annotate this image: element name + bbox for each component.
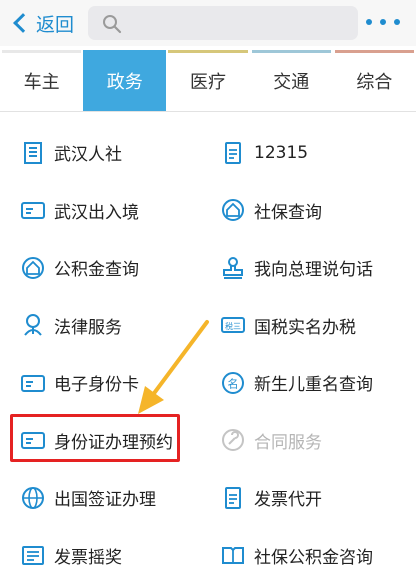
tax-badge-icon: 税三 bbox=[220, 312, 246, 338]
service-label: 公积金查询 bbox=[54, 260, 139, 281]
service-item[interactable]: 社保查询 bbox=[220, 182, 416, 240]
ticket-icon bbox=[20, 542, 46, 568]
service-label: 武汉出入境 bbox=[54, 202, 139, 223]
service-row: 武汉人社 12315 bbox=[0, 124, 416, 182]
service-item[interactable]: 电子身份卡 bbox=[20, 354, 210, 412]
service-label: 出国签证办理 bbox=[54, 490, 156, 511]
book-icon bbox=[220, 542, 246, 568]
category-tabs: 车主 政务 医疗 交通 综合 bbox=[0, 50, 416, 112]
tab-label: 车主 bbox=[23, 71, 60, 93]
service-label: 电子身份卡 bbox=[54, 375, 139, 396]
service-item[interactable]: 武汉人社 bbox=[20, 124, 210, 182]
tab-label: 综合 bbox=[356, 71, 393, 93]
wrench-icon bbox=[220, 427, 246, 453]
tab-accent-line bbox=[251, 50, 331, 53]
house-shield-icon bbox=[20, 255, 46, 281]
service-row: 法律服务 税三 国税实名办税 bbox=[0, 297, 416, 355]
service-item[interactable]: 我向总理说句话 bbox=[220, 239, 416, 297]
more-dots-icon bbox=[366, 19, 372, 25]
id-card-icon bbox=[20, 197, 46, 223]
service-item[interactable]: 法律服务 bbox=[20, 297, 210, 355]
tab-item[interactable]: 医疗 bbox=[166, 50, 249, 111]
building-icon bbox=[20, 140, 46, 166]
more-button[interactable] bbox=[366, 12, 400, 32]
service-label: 武汉人社 bbox=[54, 145, 122, 166]
service-label: 新生儿重名查询 bbox=[254, 375, 373, 396]
service-row: 电子身份卡 名 新生儿重名查询 bbox=[0, 354, 416, 412]
document-icon bbox=[220, 140, 246, 166]
search-input[interactable] bbox=[88, 6, 358, 40]
document-icon bbox=[220, 485, 246, 511]
service-label: 国税实名办税 bbox=[254, 317, 356, 338]
service-item[interactable]: 发票摇奖 bbox=[20, 527, 210, 578]
tab-item[interactable]: 车主 bbox=[0, 50, 83, 111]
service-row: 武汉出入境 社保查询 bbox=[0, 182, 416, 240]
id-card-icon bbox=[20, 370, 46, 396]
service-label: 社保查询 bbox=[254, 202, 322, 223]
top-bar: 返回 bbox=[0, 0, 416, 46]
service-row: 身份证办理预约 合同服务 bbox=[0, 412, 416, 470]
service-item: 合同服务 bbox=[220, 412, 416, 470]
svg-text:名: 名 bbox=[228, 376, 239, 390]
service-item[interactable]: 身份证办理预约 bbox=[20, 412, 210, 470]
more-dot bbox=[394, 19, 400, 25]
service-item[interactable]: 发票代开 bbox=[220, 469, 416, 527]
service-item[interactable]: 出国签证办理 bbox=[20, 469, 210, 527]
service-label: 合同服务 bbox=[254, 432, 322, 453]
tab-item[interactable]: 交通 bbox=[250, 50, 333, 111]
service-label: 发票摇奖 bbox=[54, 547, 122, 568]
tab-item[interactable]: 综合 bbox=[333, 50, 416, 111]
back-label: 返回 bbox=[36, 13, 75, 36]
tab-accent-line bbox=[168, 50, 248, 53]
service-item[interactable]: 税三 国税实名办税 bbox=[220, 297, 416, 355]
service-label: 法律服务 bbox=[54, 317, 122, 338]
service-row: 出国签证办理 发票代开 bbox=[0, 469, 416, 527]
tab-item[interactable]: 政务 bbox=[83, 50, 167, 111]
judge-icon bbox=[20, 312, 46, 338]
service-label: 12315 bbox=[254, 142, 309, 163]
more-dot bbox=[380, 19, 386, 25]
house-shield-icon bbox=[220, 197, 246, 223]
name-tag-icon: 名 bbox=[220, 370, 246, 396]
service-row: 发票摇奖 社保公积金咨询 bbox=[0, 527, 416, 578]
service-row: 公积金查询 我向总理说句话 bbox=[0, 239, 416, 297]
service-label: 发票代开 bbox=[254, 490, 322, 511]
service-label: 身份证办理预约 bbox=[54, 432, 173, 453]
service-item[interactable]: 公积金查询 bbox=[20, 239, 210, 297]
globe-icon bbox=[20, 485, 46, 511]
tab-label: 政务 bbox=[106, 71, 143, 93]
search-icon bbox=[103, 15, 122, 34]
service-label: 我向总理说句话 bbox=[254, 260, 373, 281]
service-label: 社保公积金咨询 bbox=[254, 547, 373, 568]
id-card-icon bbox=[20, 427, 46, 453]
svg-text:税三: 税三 bbox=[225, 321, 241, 331]
service-item[interactable]: 名 新生儿重名查询 bbox=[220, 354, 416, 412]
stamp-icon bbox=[220, 255, 246, 281]
service-item[interactable]: 12315 bbox=[220, 124, 416, 182]
tab-accent-line bbox=[2, 50, 82, 53]
tab-accent-line bbox=[334, 50, 415, 53]
tab-accent-line bbox=[85, 50, 165, 53]
back-button[interactable]: 返回 bbox=[12, 9, 74, 37]
service-item[interactable]: 社保公积金咨询 bbox=[220, 527, 416, 578]
service-item[interactable]: 武汉出入境 bbox=[20, 182, 210, 240]
tab-label: 医疗 bbox=[190, 71, 226, 93]
chevron-left-icon bbox=[13, 13, 33, 33]
tab-label: 交通 bbox=[273, 71, 310, 93]
service-grid: 武汉人社 12315 武汉出入境 社保查询公积金查询 我向总理说句话法律服务 税三 国税实名… bbox=[0, 124, 416, 578]
